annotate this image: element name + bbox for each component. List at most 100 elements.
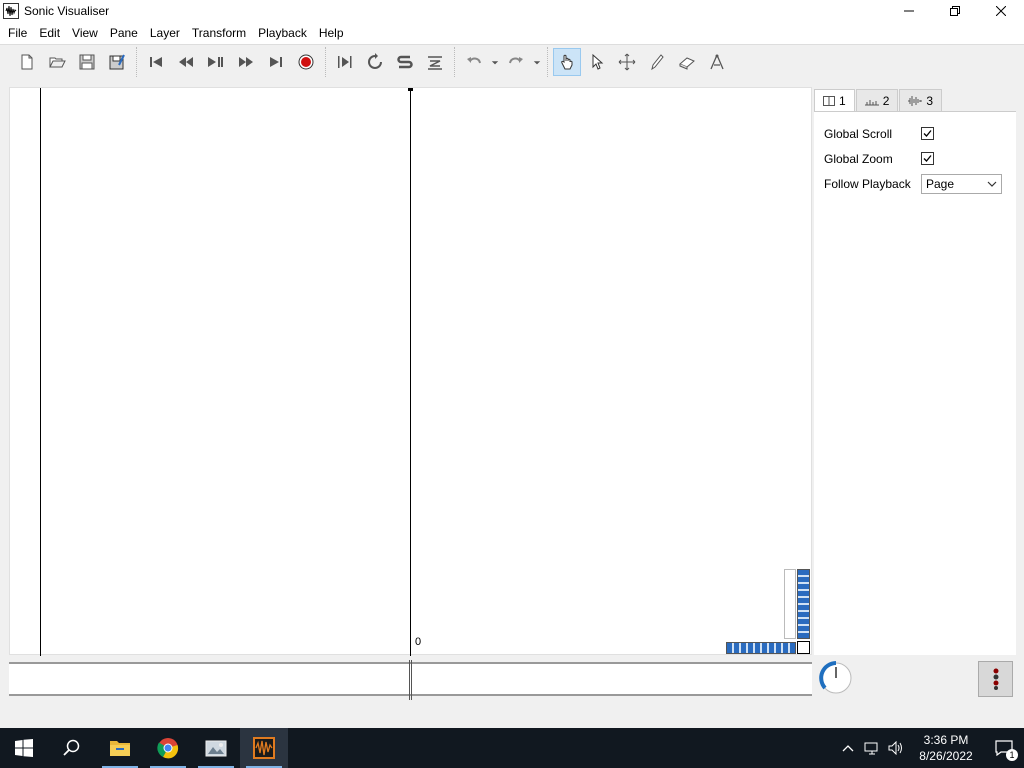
taskbar-clock[interactable]: 3:36 PM 8/26/2022 xyxy=(908,732,984,764)
global-scroll-checkbox[interactable] xyxy=(921,127,934,140)
global-zoom-row: Global Zoom xyxy=(824,149,893,169)
clock-date: 8/26/2022 xyxy=(919,749,973,763)
start-button[interactable] xyxy=(0,728,48,768)
undo-icon xyxy=(467,56,481,63)
fast-forward-icon xyxy=(239,56,253,67)
tab-3[interactable]: 3 xyxy=(899,89,943,111)
notification-center-button[interactable]: 1 xyxy=(984,728,1024,768)
align-button[interactable] xyxy=(421,48,449,76)
move-tool-icon xyxy=(618,53,636,70)
record-icon xyxy=(298,54,314,69)
menu-playback[interactable]: Playback xyxy=(252,22,313,44)
rewind-start-icon xyxy=(150,56,162,67)
play-pause-icon xyxy=(208,56,223,67)
overview-position-marker[interactable] xyxy=(409,660,412,700)
minimize-button[interactable] xyxy=(886,0,932,22)
close-button[interactable] xyxy=(978,0,1024,22)
restore-button[interactable] xyxy=(932,0,978,22)
follow-playback-select[interactable]: Page xyxy=(921,174,1002,194)
checkmark-icon xyxy=(923,155,932,162)
undo-dropdown[interactable] xyxy=(490,48,500,76)
transport-toolbar xyxy=(136,46,325,77)
fast-forward-end-button[interactable] xyxy=(262,48,290,76)
menu-help[interactable]: Help xyxy=(313,22,350,44)
vertical-zoom-slot xyxy=(784,569,796,639)
tab-1[interactable]: 1 xyxy=(814,89,855,111)
notification-count-badge: 1 xyxy=(1006,749,1018,761)
navigate-tool-icon xyxy=(561,54,573,69)
undo-button[interactable] xyxy=(460,48,488,76)
global-zoom-checkbox[interactable] xyxy=(921,152,934,165)
playback-levels-button[interactable] xyxy=(978,661,1013,697)
overview-pane[interactable] xyxy=(9,660,812,700)
rewind-icon xyxy=(179,56,193,67)
play-pause-button[interactable] xyxy=(202,48,230,76)
taskbar-file-explorer[interactable] xyxy=(96,728,144,768)
rewind-start-button[interactable] xyxy=(142,48,170,76)
playback-mode-toolbar xyxy=(325,46,454,77)
redo-dropdown[interactable] xyxy=(532,48,542,76)
sonic-visualiser-icon xyxy=(253,737,275,759)
menu-pane[interactable]: Pane xyxy=(104,22,144,44)
tab-label: 2 xyxy=(882,93,890,108)
new-button[interactable] xyxy=(13,48,41,76)
network-button[interactable] xyxy=(860,728,884,768)
draw-tool-icon xyxy=(651,53,664,70)
start-icon xyxy=(15,739,33,757)
measure-tool-button[interactable] xyxy=(703,48,731,76)
taskbar: 3:36 PM 8/26/2022 1 xyxy=(0,728,1024,768)
draw-tool-button[interactable] xyxy=(643,48,671,76)
solo-button[interactable] xyxy=(391,48,419,76)
volume-button[interactable] xyxy=(884,728,908,768)
erase-tool-button[interactable] xyxy=(673,48,701,76)
save-button[interactable] xyxy=(73,48,101,76)
chevron-down-icon xyxy=(987,181,997,187)
file-explorer-icon xyxy=(110,741,130,756)
play-selection-button[interactable] xyxy=(331,48,359,76)
pane-icon xyxy=(823,95,835,106)
menu-view[interactable]: View xyxy=(66,22,104,44)
tray-overflow-button[interactable] xyxy=(836,728,860,768)
solo-icon xyxy=(397,55,413,68)
save-as-button[interactable] xyxy=(103,48,131,76)
navigate-tool-button[interactable] xyxy=(553,47,581,76)
taskbar-photos[interactable] xyxy=(192,728,240,768)
global-scroll-row: Global Scroll xyxy=(824,124,892,144)
rewind-button[interactable] xyxy=(172,48,200,76)
search-button[interactable] xyxy=(48,728,96,768)
taskbar-sonic-visualiser[interactable] xyxy=(240,728,288,768)
menu-edit[interactable]: Edit xyxy=(33,22,66,44)
main-pane[interactable]: 0 xyxy=(9,87,812,656)
playback-speed-dial[interactable] xyxy=(818,660,854,696)
window-title: Sonic Visualiser xyxy=(24,4,110,18)
tab-2[interactable]: 2 xyxy=(855,89,899,111)
redo-button[interactable] xyxy=(502,48,530,76)
zoom-reset-button[interactable] xyxy=(797,641,810,654)
minimize-icon xyxy=(904,10,914,12)
new-icon xyxy=(21,54,33,69)
open-button[interactable] xyxy=(43,48,71,76)
menu-transform[interactable]: Transform xyxy=(186,22,252,44)
record-button[interactable] xyxy=(292,48,320,76)
erase-tool-icon xyxy=(679,56,695,70)
fast-forward-button[interactable] xyxy=(232,48,260,76)
menu-bar: File Edit View Pane Layer Transform Play… xyxy=(0,22,1024,44)
move-tool-button[interactable] xyxy=(613,48,641,76)
horizontal-zoom-wheel[interactable] xyxy=(726,642,796,654)
follow-playback-value: Page xyxy=(926,177,955,191)
system-tray: 3:36 PM 8/26/2022 1 xyxy=(836,728,1024,768)
loop-button[interactable] xyxy=(361,48,389,76)
taskbar-chrome[interactable] xyxy=(144,728,192,768)
volume-icon xyxy=(888,741,902,755)
title-bar: Sonic Visualiser xyxy=(0,0,1024,22)
vertical-zoom-wheel[interactable] xyxy=(797,569,810,639)
tab-label: 3 xyxy=(926,93,934,108)
app-icon[interactable] xyxy=(3,3,19,19)
chevron-up-icon xyxy=(842,745,854,752)
clock-time: 3:36 PM xyxy=(923,733,969,747)
select-tool-button[interactable] xyxy=(583,48,611,76)
menu-layer[interactable]: Layer xyxy=(144,22,186,44)
menu-file[interactable]: File xyxy=(2,22,33,44)
redo-icon xyxy=(509,56,523,63)
play-selection-icon xyxy=(338,55,352,68)
